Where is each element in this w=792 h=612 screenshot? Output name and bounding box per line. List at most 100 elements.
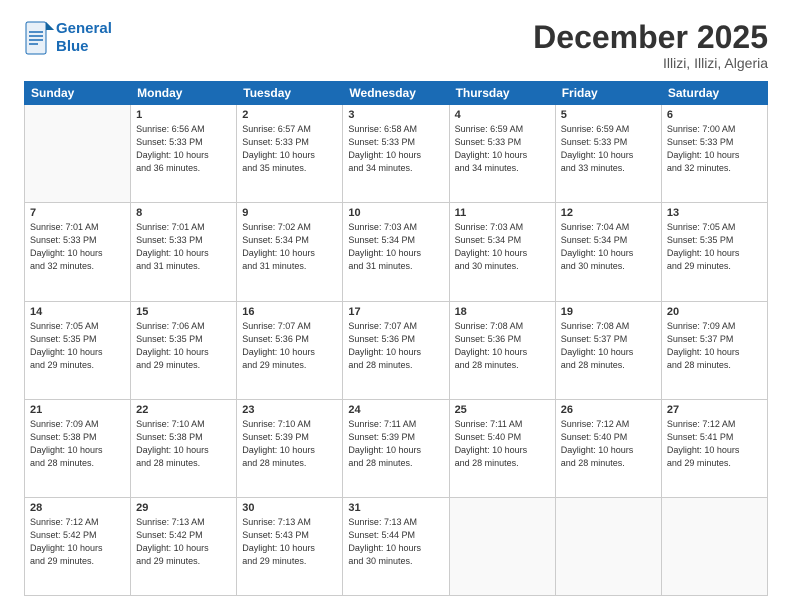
calendar: SundayMondayTuesdayWednesdayThursdayFrid… bbox=[24, 81, 768, 596]
day-info: Sunrise: 7:10 AM Sunset: 5:38 PM Dayligh… bbox=[136, 418, 231, 470]
calendar-header-row: SundayMondayTuesdayWednesdayThursdayFrid… bbox=[25, 82, 768, 105]
day-info: Sunrise: 7:01 AM Sunset: 5:33 PM Dayligh… bbox=[136, 221, 231, 273]
col-header-thursday: Thursday bbox=[449, 82, 555, 105]
day-number: 15 bbox=[136, 306, 231, 318]
day-number: 23 bbox=[242, 404, 337, 416]
day-number: 9 bbox=[242, 207, 337, 219]
day-cell bbox=[661, 497, 767, 595]
day-number: 31 bbox=[348, 502, 443, 514]
week-row-1: 1 Sunrise: 6:56 AM Sunset: 5:33 PM Daylig… bbox=[25, 105, 768, 203]
day-info: Sunrise: 7:02 AM Sunset: 5:34 PM Dayligh… bbox=[242, 221, 337, 273]
day-number: 13 bbox=[667, 207, 762, 219]
day-cell: 9 Sunrise: 7:02 AM Sunset: 5:34 PM Daylig… bbox=[237, 203, 343, 301]
day-cell: 2 Sunrise: 6:57 AM Sunset: 5:33 PM Daylig… bbox=[237, 105, 343, 203]
day-cell: 3 Sunrise: 6:58 AM Sunset: 5:33 PM Daylig… bbox=[343, 105, 449, 203]
week-row-3: 14 Sunrise: 7:05 AM Sunset: 5:35 PM Dayli… bbox=[25, 301, 768, 399]
day-info: Sunrise: 7:09 AM Sunset: 5:37 PM Dayligh… bbox=[667, 320, 762, 372]
day-info: Sunrise: 7:01 AM Sunset: 5:33 PM Dayligh… bbox=[30, 221, 125, 273]
day-info: Sunrise: 7:03 AM Sunset: 5:34 PM Dayligh… bbox=[348, 221, 443, 273]
col-header-monday: Monday bbox=[131, 82, 237, 105]
day-info: Sunrise: 7:11 AM Sunset: 5:39 PM Dayligh… bbox=[348, 418, 443, 470]
logo-icon bbox=[24, 20, 56, 56]
day-cell: 27 Sunrise: 7:12 AM Sunset: 5:41 PM Dayli… bbox=[661, 399, 767, 497]
day-number: 22 bbox=[136, 404, 231, 416]
day-info: Sunrise: 7:03 AM Sunset: 5:34 PM Dayligh… bbox=[455, 221, 550, 273]
day-cell: 31 Sunrise: 7:13 AM Sunset: 5:44 PM Dayli… bbox=[343, 497, 449, 595]
page: General Blue December 2025 Illizi, Illiz… bbox=[0, 0, 792, 612]
day-cell: 20 Sunrise: 7:09 AM Sunset: 5:37 PM Dayli… bbox=[661, 301, 767, 399]
week-row-4: 21 Sunrise: 7:09 AM Sunset: 5:38 PM Dayli… bbox=[25, 399, 768, 497]
day-info: Sunrise: 7:12 AM Sunset: 5:40 PM Dayligh… bbox=[561, 418, 656, 470]
col-header-wednesday: Wednesday bbox=[343, 82, 449, 105]
day-number: 10 bbox=[348, 207, 443, 219]
day-number: 14 bbox=[30, 306, 125, 318]
day-cell: 7 Sunrise: 7:01 AM Sunset: 5:33 PM Daylig… bbox=[25, 203, 131, 301]
day-number: 3 bbox=[348, 109, 443, 121]
day-info: Sunrise: 6:56 AM Sunset: 5:33 PM Dayligh… bbox=[136, 123, 231, 175]
day-cell: 16 Sunrise: 7:07 AM Sunset: 5:36 PM Dayli… bbox=[237, 301, 343, 399]
header: General Blue December 2025 Illizi, Illiz… bbox=[24, 20, 768, 71]
day-number: 16 bbox=[242, 306, 337, 318]
day-info: Sunrise: 6:58 AM Sunset: 5:33 PM Dayligh… bbox=[348, 123, 443, 175]
day-cell: 30Sunrise: 7:13 AM Sunset: 5:43 PM Dayli… bbox=[237, 497, 343, 595]
location: Illizi, Illizi, Algeria bbox=[533, 55, 768, 71]
day-number: 27 bbox=[667, 404, 762, 416]
day-cell bbox=[555, 497, 661, 595]
day-info: Sunrise: 7:09 AM Sunset: 5:38 PM Dayligh… bbox=[30, 418, 125, 470]
day-info: Sunrise: 7:13 AM Sunset: 5:43 PM Dayligh… bbox=[242, 516, 337, 568]
day-cell: 12 Sunrise: 7:04 AM Sunset: 5:34 PM Dayli… bbox=[555, 203, 661, 301]
day-number: 6 bbox=[667, 109, 762, 121]
day-cell: 10 Sunrise: 7:03 AM Sunset: 5:34 PM Dayli… bbox=[343, 203, 449, 301]
day-number: 8 bbox=[136, 207, 231, 219]
day-number: 18 bbox=[455, 306, 550, 318]
day-number: 29 bbox=[136, 502, 231, 514]
day-number: 5 bbox=[561, 109, 656, 121]
day-cell: 25Sunrise: 7:11 AM Sunset: 5:40 PM Dayli… bbox=[449, 399, 555, 497]
day-cell: 18 Sunrise: 7:08 AM Sunset: 5:36 PM Dayli… bbox=[449, 301, 555, 399]
day-number: 7 bbox=[30, 207, 125, 219]
day-cell: 17 Sunrise: 7:07 AM Sunset: 5:36 PM Dayli… bbox=[343, 301, 449, 399]
logo-line2: Blue bbox=[56, 38, 112, 56]
day-info: Sunrise: 7:05 AM Sunset: 5:35 PM Dayligh… bbox=[30, 320, 125, 372]
day-cell: 28 Sunrise: 7:12 AM Sunset: 5:42 PM Dayli… bbox=[25, 497, 131, 595]
day-info: Sunrise: 7:12 AM Sunset: 5:41 PM Dayligh… bbox=[667, 418, 762, 470]
day-cell bbox=[25, 105, 131, 203]
day-number: 28 bbox=[30, 502, 125, 514]
day-cell: 29 Sunrise: 7:13 AM Sunset: 5:42 PM Dayli… bbox=[131, 497, 237, 595]
day-info: Sunrise: 7:10 AM Sunset: 5:39 PM Dayligh… bbox=[242, 418, 337, 470]
day-cell: 4Sunrise: 6:59 AM Sunset: 5:33 PM Daylig… bbox=[449, 105, 555, 203]
day-number: 12 bbox=[561, 207, 656, 219]
day-info: Sunrise: 7:00 AM Sunset: 5:33 PM Dayligh… bbox=[667, 123, 762, 175]
day-number: 26 bbox=[561, 404, 656, 416]
day-number: 24 bbox=[348, 404, 443, 416]
day-cell: 15 Sunrise: 7:06 AM Sunset: 5:35 PM Dayli… bbox=[131, 301, 237, 399]
day-info: Sunrise: 7:07 AM Sunset: 5:36 PM Dayligh… bbox=[348, 320, 443, 372]
day-cell: 11 Sunrise: 7:03 AM Sunset: 5:34 PM Dayli… bbox=[449, 203, 555, 301]
day-info: Sunrise: 7:08 AM Sunset: 5:37 PM Dayligh… bbox=[561, 320, 656, 372]
day-number: 11 bbox=[455, 207, 550, 219]
day-cell: 24 Sunrise: 7:11 AM Sunset: 5:39 PM Dayli… bbox=[343, 399, 449, 497]
day-info: Sunrise: 7:07 AM Sunset: 5:36 PM Dayligh… bbox=[242, 320, 337, 372]
day-info: Sunrise: 7:12 AM Sunset: 5:42 PM Dayligh… bbox=[30, 516, 125, 568]
day-number: 17 bbox=[348, 306, 443, 318]
day-info: Sunrise: 7:13 AM Sunset: 5:44 PM Dayligh… bbox=[348, 516, 443, 568]
day-info: Sunrise: 7:05 AM Sunset: 5:35 PM Dayligh… bbox=[667, 221, 762, 273]
day-info: Sunrise: 7:04 AM Sunset: 5:34 PM Dayligh… bbox=[561, 221, 656, 273]
day-cell: 14 Sunrise: 7:05 AM Sunset: 5:35 PM Dayli… bbox=[25, 301, 131, 399]
day-info: Sunrise: 7:06 AM Sunset: 5:35 PM Dayligh… bbox=[136, 320, 231, 372]
col-header-friday: Friday bbox=[555, 82, 661, 105]
col-header-sunday: Sunday bbox=[25, 82, 131, 105]
day-info: Sunrise: 7:11 AM Sunset: 5:40 PM Dayligh… bbox=[455, 418, 550, 470]
logo-line1: General bbox=[56, 20, 112, 38]
day-number: 2 bbox=[242, 109, 337, 121]
day-info: Sunrise: 7:08 AM Sunset: 5:36 PM Dayligh… bbox=[455, 320, 550, 372]
day-number: 20 bbox=[667, 306, 762, 318]
day-cell: 8 Sunrise: 7:01 AM Sunset: 5:33 PM Daylig… bbox=[131, 203, 237, 301]
day-info: Sunrise: 6:57 AM Sunset: 5:33 PM Dayligh… bbox=[242, 123, 337, 175]
week-row-2: 7 Sunrise: 7:01 AM Sunset: 5:33 PM Daylig… bbox=[25, 203, 768, 301]
day-cell: 5Sunrise: 6:59 AM Sunset: 5:33 PM Daylig… bbox=[555, 105, 661, 203]
day-number: 21 bbox=[30, 404, 125, 416]
logo: General Blue bbox=[24, 20, 112, 56]
day-number: 1 bbox=[136, 109, 231, 121]
day-info: Sunrise: 7:13 AM Sunset: 5:42 PM Dayligh… bbox=[136, 516, 231, 568]
